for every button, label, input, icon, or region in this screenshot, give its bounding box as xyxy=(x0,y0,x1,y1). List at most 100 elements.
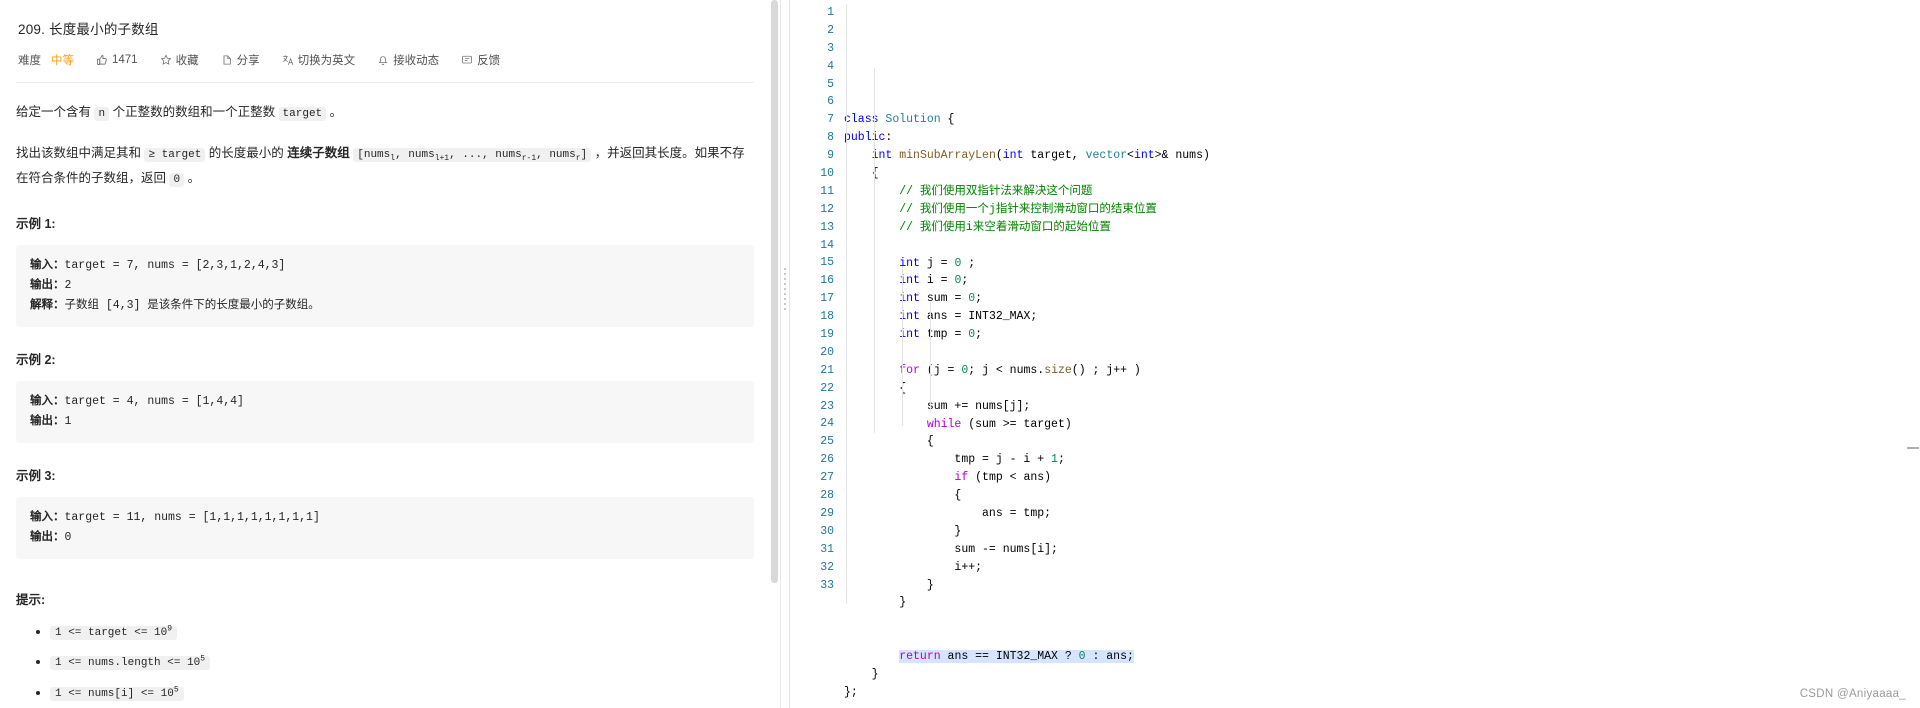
code-line[interactable]: public: xyxy=(844,129,1920,147)
page-title: 209. 长度最小的子数组 xyxy=(18,22,159,37)
difficulty-label: 难度 xyxy=(18,55,41,67)
line-number: 3 xyxy=(827,41,834,55)
leetcode-problem-page: 209. 长度最小的子数组 难度 中等 1471 收藏 分享 切换为英文 接收动… xyxy=(0,0,1920,708)
hint-code: 1 <= nums.length <= 105 xyxy=(50,655,211,671)
paragraph-text: 给定一个含有 xyxy=(16,105,95,119)
difficulty-indicator: 难度 中等 xyxy=(18,52,74,68)
code-line[interactable]: ans = tmp; xyxy=(844,505,1920,523)
thumbs-up-icon xyxy=(96,54,108,66)
code-line[interactable]: int minSubArrayLen(int target, vector<in… xyxy=(844,147,1920,165)
code-content[interactable]: class Solution {public: int minSubArrayL… xyxy=(844,4,1920,702)
editor-vertical-scrollbar[interactable] xyxy=(1906,0,1920,708)
example-line: 输入：target = 11, nums = [1,1,1,1,1,1,1,1] xyxy=(30,508,740,528)
paragraph-text: 的长度最小的 xyxy=(205,146,288,161)
like-button[interactable]: 1471 xyxy=(96,54,138,66)
code-line[interactable]: { xyxy=(844,165,1920,183)
example-line: 输入：target = 7, nums = [2,3,1,2,4,3] xyxy=(30,256,740,276)
difficulty-value: 中等 xyxy=(51,55,74,67)
code-line[interactable]: } xyxy=(844,594,1920,612)
code-line[interactable]: class Solution { xyxy=(844,111,1920,129)
code-line[interactable]: sum += nums[j]; xyxy=(844,398,1920,416)
share-button[interactable]: 分享 xyxy=(221,52,260,68)
code-line[interactable]: // 我们使用i来空着滑动窗口的起始位置 xyxy=(844,219,1920,237)
pane-splitter[interactable] xyxy=(780,0,789,708)
inline-code: 0 xyxy=(169,173,185,188)
bell-icon xyxy=(377,54,389,66)
line-number: 20 xyxy=(820,345,834,359)
example-line: 输出：0 xyxy=(30,528,740,548)
code-line[interactable]: } xyxy=(844,523,1920,541)
code-line[interactable] xyxy=(844,630,1920,648)
example-line: 解释：子数组 [4,3] 是该条件下的长度最小的子数组。 xyxy=(30,296,740,316)
translate-button[interactable]: 切换为英文 xyxy=(282,52,356,68)
code-line[interactable]: // 我们使用一个j指针来控制滑动窗口的结束位置 xyxy=(844,201,1920,219)
line-number: 31 xyxy=(820,542,834,556)
example-line-value: target = 7, nums = [2,3,1,2,4,3] xyxy=(64,258,286,272)
code-line[interactable]: return ans == INT32_MAX ? 0 : ans; xyxy=(844,648,1920,666)
code-line[interactable]: int ans = INT32_MAX; xyxy=(844,308,1920,326)
code-line[interactable]: } xyxy=(844,577,1920,595)
left-scrollbar-thumb[interactable] xyxy=(771,0,778,583)
example-line-value: target = 11, nums = [1,1,1,1,1,1,1,1] xyxy=(64,510,320,524)
line-number: 11 xyxy=(820,184,834,198)
paragraph-text: 找出该数组中满足其和 xyxy=(16,146,145,161)
indent-guide xyxy=(902,266,903,426)
feedback-button[interactable]: 反馈 xyxy=(461,52,500,68)
line-number: 26 xyxy=(820,453,834,467)
problem-paragraph: 找出该数组中满足其和 ≥ target 的长度最小的 连续子数组 [numsl,… xyxy=(16,142,754,190)
indent-guide xyxy=(930,302,931,412)
share-label: 分享 xyxy=(236,55,260,67)
example-heading: 示例 1: xyxy=(16,216,56,231)
code-line[interactable]: i++; xyxy=(844,559,1920,577)
code-line[interactable]: int i = 0; xyxy=(844,272,1920,290)
share-icon xyxy=(221,54,233,66)
line-number: 32 xyxy=(820,560,834,574)
line-number: 30 xyxy=(820,524,834,538)
hints-heading: 提示: xyxy=(16,592,46,607)
code-line[interactable]: sum -= nums[i]; xyxy=(844,541,1920,559)
emphasis-text: 连续子数组 xyxy=(287,146,350,161)
code-line[interactable]: int sum = 0; xyxy=(844,290,1920,308)
code-line[interactable]: { xyxy=(844,433,1920,451)
line-number: 23 xyxy=(820,399,834,413)
code-line[interactable]: for (j = 0; j < nums.size() ; j++ ) xyxy=(844,362,1920,380)
code-line[interactable]: { xyxy=(844,380,1920,398)
code-line[interactable]: int j = 0 ; xyxy=(844,255,1920,273)
header-divider xyxy=(16,82,754,83)
code-line[interactable] xyxy=(844,344,1920,362)
inline-code: ≥ target xyxy=(144,148,206,163)
code-line[interactable]: // 我们使用双指针法来解决这个问题 xyxy=(844,183,1920,201)
code-line[interactable]: while (sum >= target) xyxy=(844,416,1920,434)
subscribe-button[interactable]: 接收动态 xyxy=(377,52,439,68)
code-line[interactable]: int tmp = 0; xyxy=(844,326,1920,344)
line-number: 4 xyxy=(827,59,834,73)
code-line[interactable] xyxy=(844,237,1920,255)
line-number: 16 xyxy=(820,274,834,288)
hint-item: 1 <= target <= 109 xyxy=(50,620,754,643)
example-line-label: 解释： xyxy=(30,298,65,311)
example-heading: 示例 2: xyxy=(16,352,56,367)
translate-label: 切换为英文 xyxy=(297,55,356,67)
example-line-value: 子数组 [4,3] 是该条件下的长度最小的子数组。 xyxy=(64,298,320,312)
code-area[interactable]: 1 2 3 4 5 6 7 8 9 10 11 12 13 14 15 16 17 18 19 20 21 22 23 24 2… xyxy=(790,0,1920,702)
code-line[interactable] xyxy=(844,612,1920,630)
example-line-label: 输入： xyxy=(30,510,65,523)
code-editor-pane[interactable]: 1 2 3 4 5 6 7 8 9 10 11 12 13 14 15 16 17 18 19 20 21 22 23 24 2… xyxy=(789,0,1920,708)
example-line-value: 0 xyxy=(64,530,72,544)
line-number: 5 xyxy=(827,77,834,91)
line-number: 33 xyxy=(820,578,834,592)
code-line[interactable]: { xyxy=(844,487,1920,505)
line-number: 2 xyxy=(827,23,834,37)
left-pane-scrollbar[interactable] xyxy=(771,0,778,708)
problem-header: 209. 长度最小的子数组 难度 中等 1471 收藏 分享 切换为英文 接收动… xyxy=(0,0,780,83)
example-line-value: target = 4, nums = [1,4,4] xyxy=(64,394,244,408)
example-line-value: 2 xyxy=(64,278,72,292)
problem-body: 给定一个含有 n 个正整数的数组和一个正整数 target 。找出该数组中满足其… xyxy=(0,101,780,704)
favorite-button[interactable]: 收藏 xyxy=(160,52,199,68)
example-block: 输入：target = 11, nums = [1,1,1,1,1,1,1,1]… xyxy=(16,496,754,559)
code-line[interactable]: } xyxy=(844,666,1920,684)
line-number: 24 xyxy=(820,417,834,431)
code-line[interactable]: if (tmp < ans) xyxy=(844,469,1920,487)
code-line[interactable]: tmp = j - i + 1; xyxy=(844,451,1920,469)
code-line[interactable]: }; xyxy=(844,684,1920,702)
